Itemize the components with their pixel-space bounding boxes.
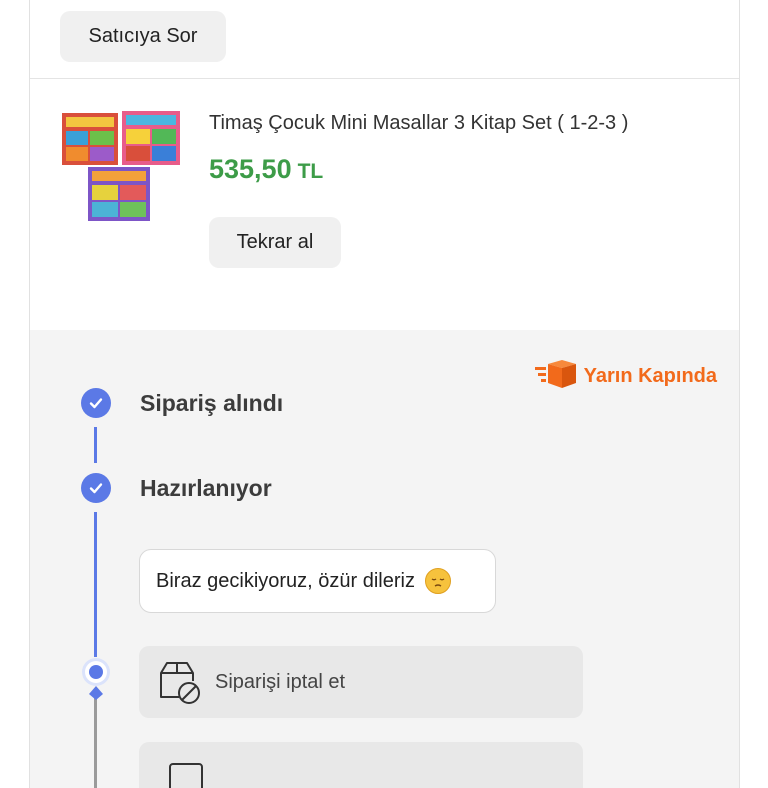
buy-again-button[interactable]: Tekrar al — [209, 217, 341, 268]
delivery-badge-label: Yarın Kapında — [583, 365, 717, 387]
pensive-face-icon — [424, 568, 451, 594]
price-currency: TL — [297, 160, 324, 183]
cancel-order-button[interactable]: Siparişi iptal et — [139, 646, 583, 718]
timeline-connector-2 — [94, 512, 97, 657]
delay-message-text: Biraz gecikiyoruz, özür dileriz — [156, 569, 415, 592]
timeline-connector-3 — [94, 698, 97, 788]
step-done-icon — [81, 388, 111, 418]
order-document-button[interactable] — [139, 742, 583, 788]
timeline-connector-1 — [94, 427, 97, 463]
price-amount: 535,50 — [209, 154, 292, 184]
product-thumbnail[interactable] — [60, 109, 182, 223]
product-row: Timaş Çocuk Mini Masallar 3 Kitap Set ( … — [30, 79, 739, 329]
product-title[interactable]: Timaş Çocuk Mini Masallar 3 Kitap Set ( … — [209, 112, 628, 135]
current-step-marker-icon — [80, 656, 112, 702]
step-done-icon — [81, 473, 111, 503]
delivery-badge: Yarın Kapında — [534, 358, 717, 395]
cancel-package-icon — [157, 659, 203, 705]
box-icon — [534, 358, 578, 395]
step-label-preparing: Hazırlanıyor — [140, 475, 272, 501]
step-label-order-received: Sipariş alındı — [140, 390, 284, 416]
delay-message: Biraz gecikiyoruz, özür dileriz — [139, 549, 496, 613]
cancel-order-label: Siparişi iptal et — [215, 670, 346, 693]
seller-section: Satıcıya Sor — [30, 0, 739, 79]
order-card: Satıcıya Sor Timaş Çocuk Mini Masallar 3… — [29, 0, 740, 788]
product-price: 535,50 TL — [209, 154, 323, 185]
order-tracking: Yarın Kapında Sipariş alındı Hazırlanıyo… — [30, 330, 739, 788]
ask-seller-button[interactable]: Satıcıya Sor — [60, 11, 226, 62]
document-icon — [167, 758, 207, 788]
